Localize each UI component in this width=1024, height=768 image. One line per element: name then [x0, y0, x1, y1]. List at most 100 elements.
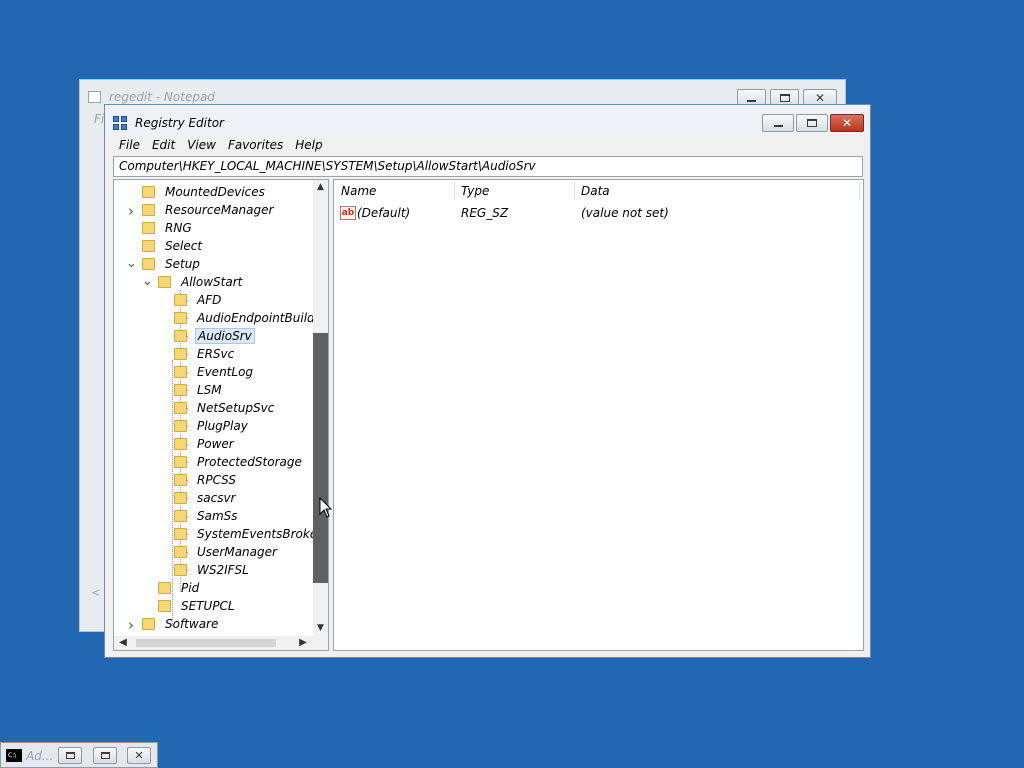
close-icon: ✕ [841, 116, 853, 130]
column-separator[interactable] [859, 182, 860, 200]
tree-item-label: NetSetupSvc [197, 401, 275, 415]
scroll-thumb-horizontal[interactable] [136, 639, 276, 647]
scroll-up-icon[interactable]: ▲ [313, 180, 328, 195]
tree-item-audioendpointbuilder[interactable]: AudioEndpointBuilder [174, 309, 328, 327]
maximize-button[interactable] [796, 114, 828, 132]
window-title: Registry Editor [135, 116, 224, 130]
folder-icon [174, 510, 187, 522]
column-header-name[interactable]: Name [341, 184, 376, 198]
tree-item-afd[interactable]: AFD [174, 291, 223, 309]
tree-item-eventlog[interactable]: EventLog [174, 363, 255, 381]
tree-item-samss[interactable]: SamSs [174, 507, 240, 525]
tree-item-software[interactable]: Software [142, 615, 220, 633]
address-bar[interactable]: Computer\HKEY_LOCAL_MACHINE\SYSTEM\Setup… [113, 156, 863, 177]
menu-edit[interactable]: Edit [146, 137, 181, 155]
tree-item-label: AudioEndpointBuilder [197, 311, 327, 325]
scroll-left-icon[interactable]: ◀ [116, 636, 130, 650]
tree-item-rng[interactable]: RNG [142, 219, 194, 237]
chevron-down-icon[interactable]: ⌄ [126, 256, 137, 271]
close-button[interactable]: ✕ [830, 114, 864, 132]
folder-icon [174, 420, 187, 432]
menu-favorites[interactable]: Favorites [222, 137, 289, 155]
folder-icon [174, 564, 187, 576]
tree-item-plugplay[interactable]: PlugPlay [174, 417, 250, 435]
minimized-console-window[interactable]: C:\ Ad... ✕ [0, 742, 158, 768]
registry-editor-icon [113, 116, 129, 132]
folder-icon [174, 474, 187, 486]
tree-item-audiosrv[interactable]: AudioSrv [174, 327, 255, 345]
restore-icon [807, 119, 817, 127]
column-header-data[interactable]: Data [581, 184, 610, 198]
tree-item-label: Setup [165, 257, 200, 271]
tree-item-setup[interactable]: Setup [142, 255, 202, 273]
minimize-button[interactable] [762, 114, 794, 132]
minimize-icon [747, 100, 756, 102]
folder-icon [174, 438, 187, 450]
scroll-down-icon[interactable]: ▼ [313, 621, 328, 636]
tree-item-label: AllowStart [181, 275, 243, 289]
registry-editor-window[interactable]: Registry Editor ✕ File Edit View Favorit… [104, 104, 871, 658]
tree-item-power[interactable]: Power [174, 435, 236, 453]
console-maximize-button[interactable] [93, 747, 117, 764]
column-separator[interactable] [454, 182, 455, 200]
restore-icon [65, 752, 75, 759]
string-value-icon: ab [340, 206, 356, 220]
tree-item-netsetupsvc[interactable]: NetSetupSvc [174, 399, 276, 417]
console-restore-button[interactable] [58, 747, 82, 764]
chevron-down-icon[interactable]: ⌄ [142, 274, 153, 289]
column-header-type[interactable]: Type [461, 184, 489, 198]
console-close-button[interactable]: ✕ [127, 747, 151, 764]
tree-vertical-scrollbar[interactable]: ▲ ▼ [313, 180, 328, 636]
folder-icon [158, 600, 171, 612]
values-list[interactable]: Name Type Data ab (Default) REG_SZ (valu… [333, 179, 864, 651]
tree-item-pid[interactable]: Pid [158, 579, 201, 597]
chevron-right-icon[interactable]: › [126, 616, 136, 634]
tree-item-mounteddevices[interactable]: MountedDevices [142, 183, 267, 201]
folder-icon [174, 384, 187, 396]
title-bar[interactable]: Registry Editor ✕ [105, 105, 870, 135]
tree-item-sacsvr[interactable]: sacsvr [174, 489, 238, 507]
tree-item-label: ProtectedStorage [197, 455, 302, 469]
tree-item-label: RPCSS [197, 473, 236, 487]
tree-item-resourcemanager[interactable]: ResourceManager [142, 201, 275, 219]
folder-icon [142, 186, 155, 198]
tree-item-rpcss[interactable]: RPCSS [174, 471, 238, 489]
scroll-right-icon[interactable]: ▶ [296, 636, 310, 650]
tree-horizontal-scrollbar[interactable]: ◀ ▶ [114, 636, 328, 650]
menu-view[interactable]: View [181, 137, 222, 155]
column-separator[interactable] [574, 182, 575, 200]
chevron-right-icon[interactable]: › [126, 202, 136, 220]
maximize-icon [100, 752, 110, 759]
tree-item-label: Select [165, 239, 203, 253]
menu-file[interactable]: File [113, 137, 146, 155]
menu-help[interactable]: Help [289, 137, 328, 155]
tree-item-lsm[interactable]: LSM [174, 381, 224, 399]
tree-item-ws2ifsl[interactable]: WS2IFSL [174, 561, 251, 579]
tree-item-label: AFD [197, 293, 222, 307]
tree-item-allowstart[interactable]: AllowStart [158, 273, 244, 291]
tree-item-select[interactable]: Select [142, 237, 204, 255]
folder-icon [158, 582, 171, 594]
value-name: (Default) [357, 206, 411, 220]
tree-item-setupcl[interactable]: SETUPCL [158, 597, 237, 615]
tree-item-systemeventsbroker[interactable]: SystemEventsBroker [174, 525, 324, 543]
folder-icon [142, 204, 155, 216]
notepad-menu-file[interactable]: Fi [94, 112, 104, 126]
tree-item-label: UserManager [197, 545, 277, 559]
notepad-scroll-left-icon[interactable]: < [91, 586, 100, 599]
menu-bar: File Edit View Favorites Help [113, 137, 329, 155]
tree-item-label: EventLog [197, 365, 254, 379]
tree-item-ersvc[interactable]: ERSvc [174, 345, 236, 363]
tree-item-label: SamSs [197, 509, 238, 523]
scroll-thumb[interactable] [313, 333, 328, 583]
folder-icon [174, 456, 187, 468]
close-icon: ✕ [814, 91, 826, 105]
tree-item-usermanager[interactable]: UserManager [174, 543, 279, 561]
folder-icon [174, 294, 187, 306]
tree-item-label: Software [165, 617, 219, 631]
tree-item-label: MountedDevices [165, 185, 265, 199]
tree-item-protectedstorage[interactable]: ProtectedStorage [174, 453, 304, 471]
minimize-icon [773, 125, 783, 127]
key-tree[interactable]: MountedDevices › ResourceManager RNG Select ⌄… [113, 179, 329, 651]
table-row[interactable]: ab (Default) REG_SZ (value not set) [338, 204, 863, 222]
